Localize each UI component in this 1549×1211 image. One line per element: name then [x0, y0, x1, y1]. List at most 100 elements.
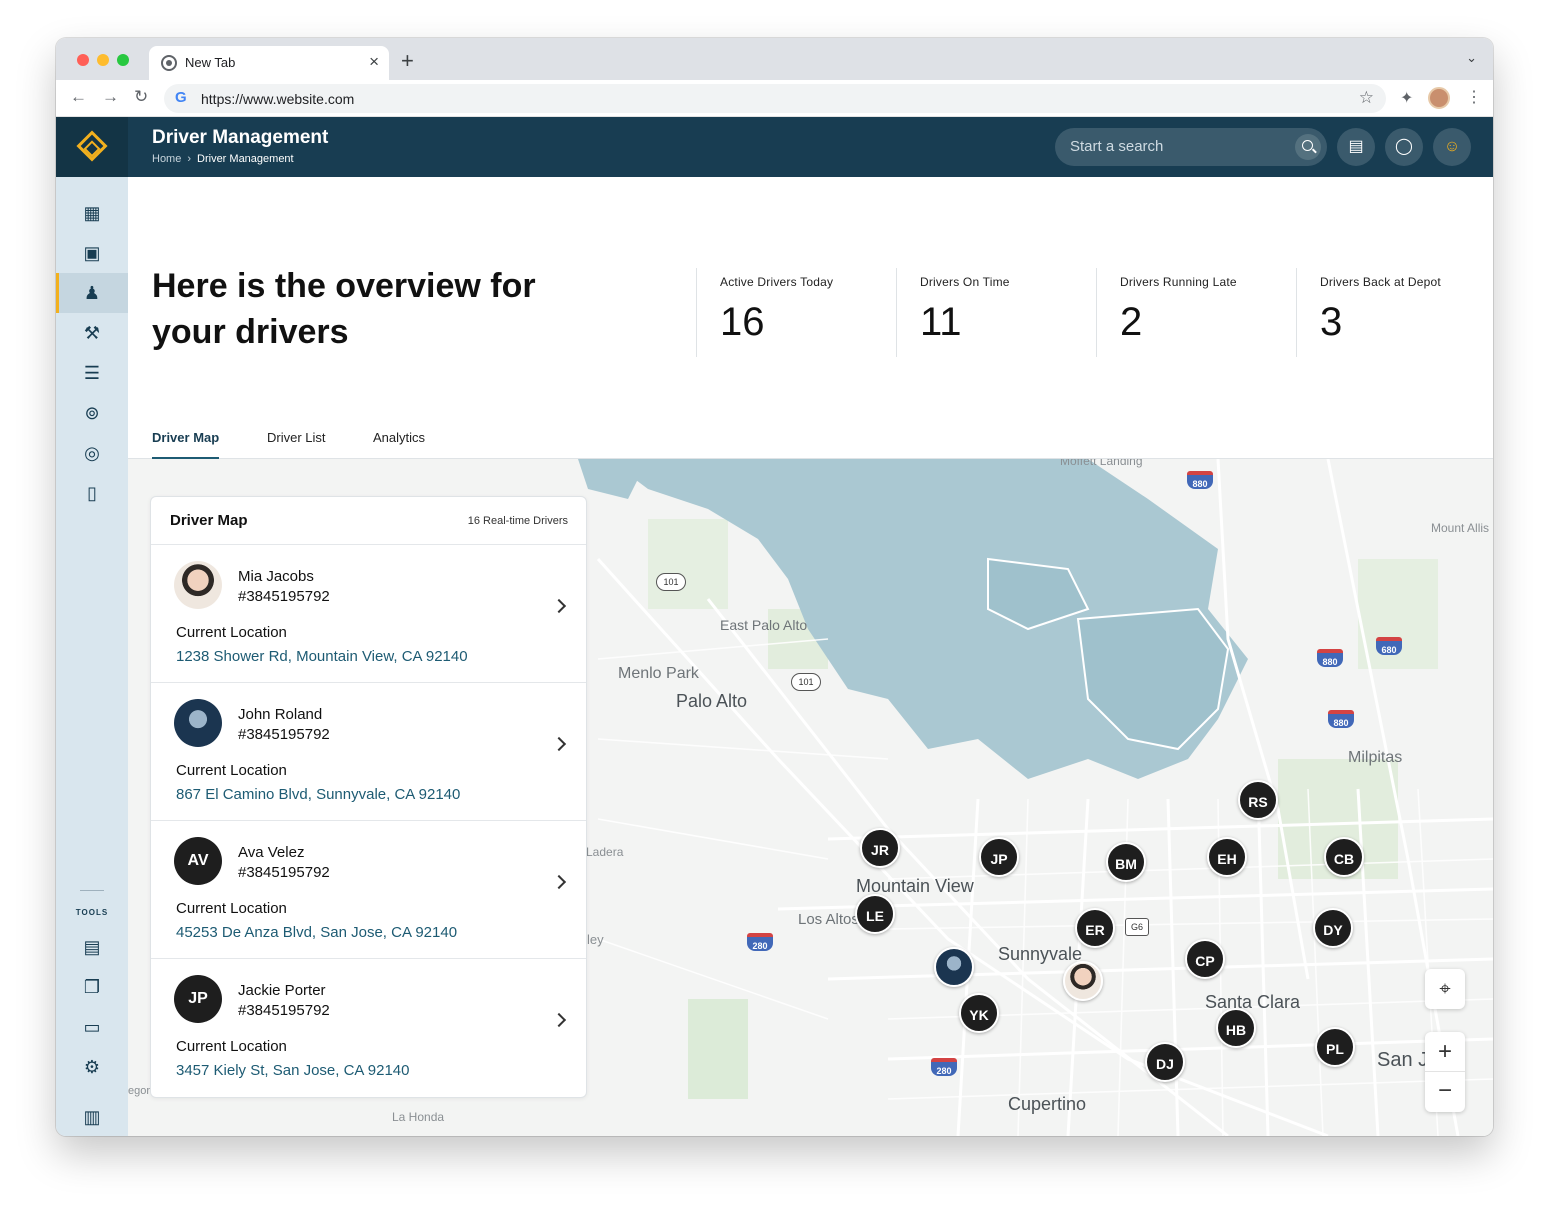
stat-running-late: Drivers Running Late 2 [1096, 268, 1296, 357]
new-tab-button[interactable]: + [401, 48, 414, 74]
driver-list-panel: Driver Map 16 Real-time Drivers Mia Jaco… [150, 496, 587, 1098]
url-text[interactable]: https://www.website.com [201, 91, 354, 107]
recenter-button[interactable]: ⌖ [1425, 969, 1465, 1009]
tab-driver-list[interactable]: Driver List [267, 430, 326, 457]
sidebar-item-drivers[interactable]: ♟ [56, 273, 128, 313]
sidebar-item-maintenance[interactable]: ⚒ [56, 313, 128, 353]
sidebar-item-settings[interactable]: ⚙ [56, 1047, 128, 1087]
logo-icon [76, 130, 108, 162]
minimize-window-button[interactable] [97, 54, 109, 66]
profile-avatar[interactable] [1428, 87, 1450, 109]
map-label: Moffett Landing [1060, 459, 1143, 468]
bookmark-star-icon[interactable]: ☆ [1359, 88, 1374, 108]
map-label: Los Altos [798, 911, 859, 928]
map-label: Ladera [586, 845, 624, 859]
chevron-right-icon[interactable] [551, 874, 567, 890]
driver-marker[interactable]: DY [1313, 908, 1353, 948]
sidebar-collapse[interactable]: ▥ [56, 1097, 128, 1136]
browser-tab[interactable]: New Tab × [149, 46, 389, 80]
highway-shield: 880 [1187, 471, 1213, 489]
avatar [174, 561, 222, 609]
sidebar-item-reports[interactable]: ☰ [56, 353, 128, 393]
tab-search-icon[interactable]: ⌄ [1466, 50, 1477, 66]
chevron-right-icon[interactable] [551, 1012, 567, 1028]
driver-marker[interactable]: JP [979, 837, 1019, 877]
maximize-window-button[interactable] [117, 54, 129, 66]
close-window-button[interactable] [77, 54, 89, 66]
driver-card[interactable]: JP Jackie Porter #3845195792 Current Loc… [151, 959, 586, 1097]
location-link[interactable]: 1238 Shower Rd, Mountain View, CA 92140 [176, 648, 468, 665]
sidebar-item-depot[interactable]: ▯ [56, 473, 128, 513]
forward-arrow-icon[interactable]: → [102, 87, 119, 107]
driver-name: Jackie Porter [238, 982, 326, 999]
search-icon[interactable] [1295, 134, 1321, 160]
sidebar-item-billing[interactable]: ▭ [56, 1007, 128, 1047]
driver-id: #3845195792 [238, 726, 330, 743]
sidebar-item-gauge[interactable]: ◎ [56, 433, 128, 473]
address-bar[interactable]: G https://www.website.com ☆ [164, 84, 1386, 113]
stat-value: 11 [920, 300, 962, 344]
card-icon: ▭ [83, 1017, 101, 1037]
driver-id: #3845195792 [238, 1002, 330, 1019]
driver-card[interactable]: John Roland #3845195792 Current Location… [151, 683, 586, 821]
zoom-out-button[interactable]: − [1425, 1072, 1465, 1112]
driver-marker[interactable]: HB [1216, 1008, 1256, 1048]
notifications-button[interactable]: ◯ [1385, 128, 1423, 166]
sidebar-item-copy[interactable]: ❐ [56, 967, 128, 1007]
sidebar-item-dashboard[interactable]: ▦ [56, 193, 128, 233]
driver-marker[interactable]: LE [855, 894, 895, 934]
driver-marker[interactable]: DJ [1145, 1042, 1185, 1082]
document-icon: ▤ [83, 937, 101, 957]
browser-menu-icon[interactable]: ⋮ [1466, 87, 1482, 107]
chrome-icon [161, 55, 177, 71]
close-tab-icon[interactable]: × [369, 52, 379, 72]
zoom-in-button[interactable]: + [1425, 1032, 1465, 1072]
driver-name: Mia Jacobs [238, 568, 314, 585]
search-box [1055, 128, 1327, 166]
map-label: egor [128, 1085, 151, 1097]
driver-marker[interactable]: ER [1075, 908, 1115, 948]
location-link[interactable]: 3457 Kiely St, San Jose, CA 92140 [176, 1062, 410, 1079]
panel-title: Driver Map [170, 512, 248, 529]
locate-icon: ⌖ [1439, 978, 1451, 1000]
location-link[interactable]: 45253 De Anza Blvd, San Jose, CA 92140 [176, 924, 457, 941]
driver-photo-marker[interactable] [934, 947, 974, 987]
logo[interactable] [56, 117, 128, 177]
driver-marker[interactable]: YK [959, 993, 999, 1033]
us-route-shield: 101 [656, 573, 686, 591]
driver-card[interactable]: AV Ava Velez #3845195792 Current Locatio… [151, 821, 586, 959]
driver-map[interactable]: Moffett Landing Mount Allis East Palo Al… [128, 459, 1493, 1136]
driver-marker[interactable]: BM [1106, 842, 1146, 882]
page-title: Driver Management [152, 127, 329, 148]
stat-value: 3 [1320, 300, 1343, 344]
user-menu-button[interactable]: ☺ [1433, 128, 1471, 166]
breadcrumb-home[interactable]: Home [152, 153, 181, 165]
chevron-right-icon[interactable] [551, 736, 567, 752]
sidebar-item-vehicles[interactable]: ▣ [56, 233, 128, 273]
tab-analytics[interactable]: Analytics [373, 430, 425, 457]
driver-marker[interactable]: CP [1185, 939, 1225, 979]
sidebar-item-documents[interactable]: ▤ [56, 927, 128, 967]
stat-label: Drivers Running Late [1120, 275, 1237, 289]
chevron-right-icon[interactable] [551, 598, 567, 614]
driver-photo-marker[interactable] [1063, 961, 1103, 1001]
driver-marker[interactable]: JR [860, 828, 900, 868]
driver-marker[interactable]: CB [1324, 837, 1364, 877]
driver-marker[interactable]: PL [1315, 1027, 1355, 1067]
highway-shield: 880 [1328, 710, 1354, 728]
driver-marker[interactable]: EH [1207, 837, 1247, 877]
messages-button[interactable]: ▤ [1337, 128, 1375, 166]
location-label: Current Location [176, 762, 287, 779]
search-input[interactable] [1070, 138, 1280, 155]
reload-icon[interactable]: ↻ [134, 87, 148, 107]
location-link[interactable]: 867 El Camino Blvd, Sunnyvale, CA 92140 [176, 786, 460, 803]
sidebar-item-signal[interactable]: ⊚ [56, 393, 128, 433]
tab-driver-map[interactable]: Driver Map [152, 430, 220, 460]
back-arrow-icon[interactable]: ← [70, 87, 87, 107]
driver-card[interactable]: Mia Jacobs #3845195792 Current Location … [151, 545, 586, 683]
browser-window: New Tab × + ⌄ ← → ↻ G https://www.websit… [56, 38, 1493, 1136]
map-label: Menlo Park [618, 665, 699, 682]
driver-marker[interactable]: RS [1238, 780, 1278, 820]
extensions-icon[interactable]: ✦ [1400, 88, 1413, 108]
copy-icon: ❐ [83, 977, 101, 997]
